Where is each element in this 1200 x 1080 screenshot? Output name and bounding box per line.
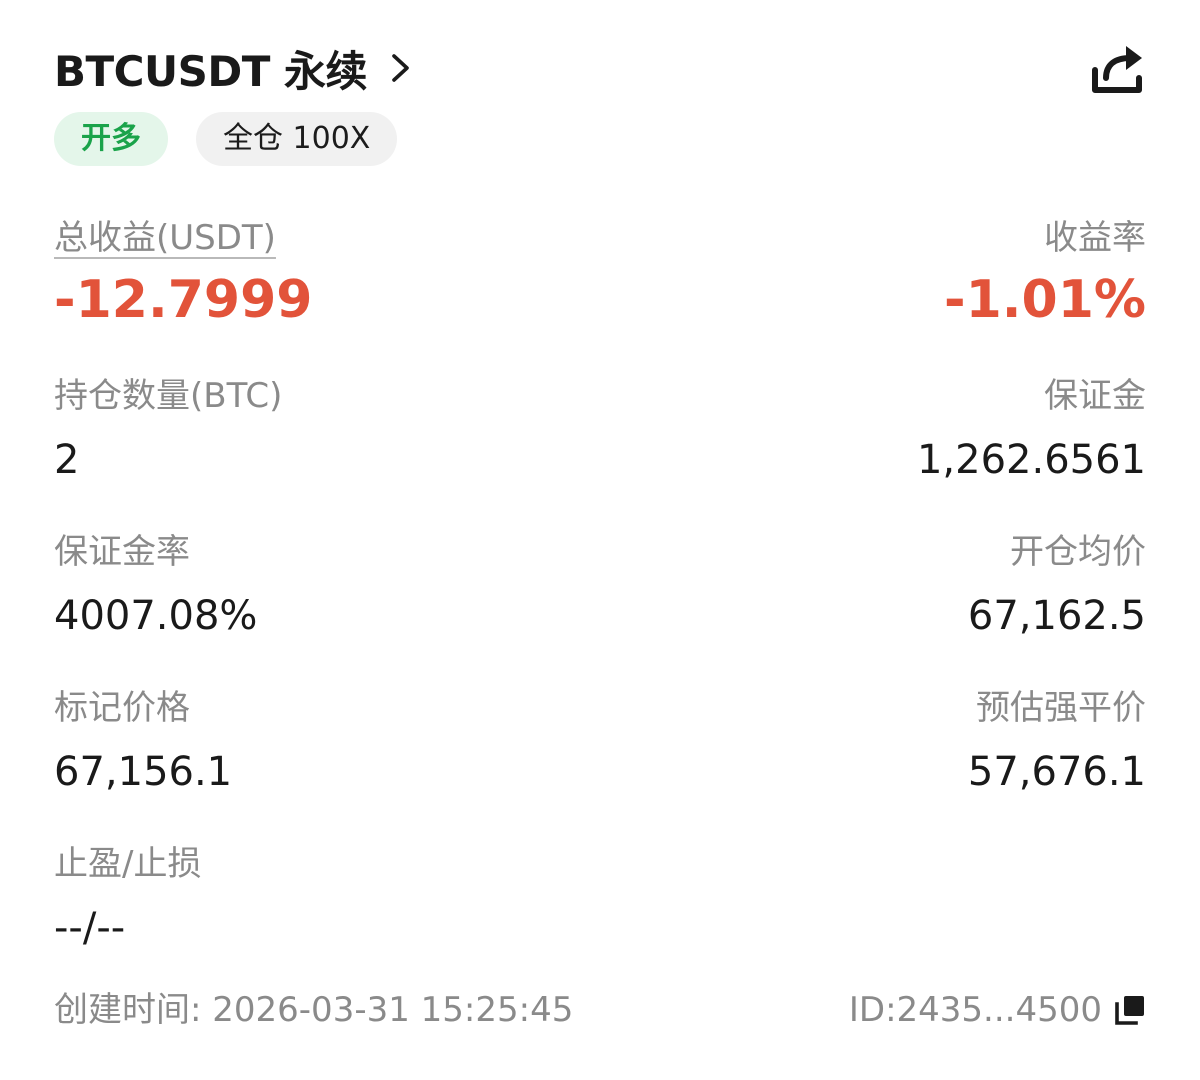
- liq-price-value: 57,676.1: [967, 749, 1146, 795]
- position-id[interactable]: ID:2435...4500: [849, 988, 1146, 1032]
- copy-icon[interactable]: [1114, 994, 1146, 1026]
- liq-price-label: 预估强平价: [976, 688, 1146, 728]
- position-footer: 创建时间: 2026-03-31 15:25:45 ID:2435...4500: [54, 988, 1146, 1032]
- mark-price: 标记价格 67,156.1: [54, 686, 232, 798]
- margin-ratio-label: 保证金率: [54, 532, 190, 572]
- margin-label: 保证金: [1044, 376, 1146, 416]
- position-size-label: 持仓数量(BTC): [54, 376, 283, 416]
- side-badge: 开多: [54, 112, 168, 166]
- tpsl: 止盈/止损 --/--: [54, 842, 201, 954]
- liq-price: 预估强平价 57,676.1: [968, 686, 1146, 798]
- margin-value: 1,262.6561: [916, 437, 1146, 483]
- position-tags: 开多 全仓 100X: [54, 112, 398, 166]
- total-pnl-label[interactable]: 总收益(USDT): [54, 216, 312, 260]
- created-time: 创建时间: 2026-03-31 15:25:45: [54, 990, 574, 1030]
- margin-ratio-value: 4007.08%: [54, 593, 258, 639]
- entry-price-value: 67,162.5: [967, 593, 1146, 639]
- roi: 收益率 -1.01%: [944, 216, 1146, 330]
- entry-price: 开仓均价 67,162.5: [968, 530, 1146, 642]
- position-id-text: ID:2435...4500: [848, 990, 1102, 1030]
- tpsl-label: 止盈/止损: [54, 844, 202, 884]
- mark-price-value: 67,156.1: [54, 749, 233, 795]
- mark-price-label: 标记价格: [54, 688, 190, 728]
- margin-ratio: 保证金率 4007.08%: [54, 530, 257, 642]
- total-pnl-value: -12.7999: [54, 270, 313, 330]
- entry-price-label: 开仓均价: [1010, 532, 1146, 572]
- symbol-header[interactable]: BTCUSDT 永续: [54, 36, 413, 100]
- position-size-value: 2: [54, 437, 80, 483]
- position-card: BTCUSDT 永续 开多 全仓 100X 总收益(USDT) -12.7999…: [54, 0, 1146, 1080]
- total-pnl: 总收益(USDT) -12.7999: [54, 216, 312, 330]
- tpsl-value: --/--: [54, 905, 126, 951]
- margin: 保证金 1,262.6561: [917, 374, 1146, 486]
- symbol-title[interactable]: BTCUSDT 永续: [54, 38, 367, 99]
- roi-label: 收益率: [1044, 218, 1146, 258]
- share-icon[interactable]: [1090, 40, 1144, 96]
- margin-mode-badge: 全仓 100X: [196, 112, 398, 166]
- chevron-right-icon[interactable]: [389, 50, 413, 86]
- position-size: 持仓数量(BTC) 2: [54, 374, 282, 486]
- roi-value: -1.01%: [944, 270, 1146, 330]
